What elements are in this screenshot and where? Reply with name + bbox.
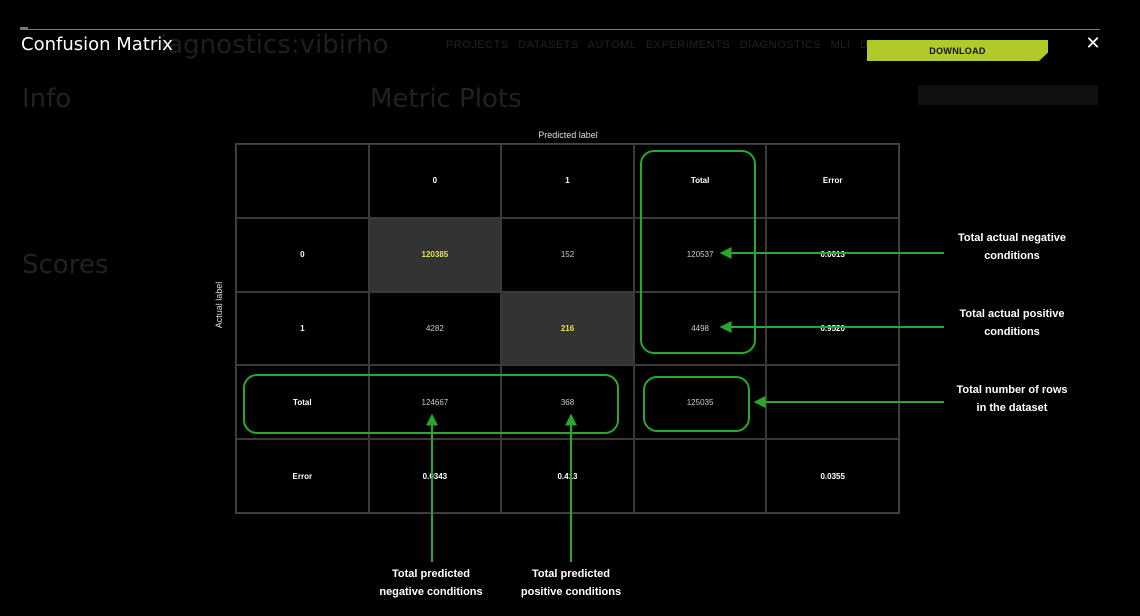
bg-nav-item: DATASETS bbox=[518, 39, 579, 51]
bg-nav-item: EXPERIMENTS bbox=[645, 39, 731, 51]
matrix-cell-empty bbox=[633, 439, 767, 513]
matrix-cell-error: 0.9520 bbox=[766, 291, 899, 366]
annotation-line: Total actual negative bbox=[958, 232, 1066, 244]
matrix-row-header: Error bbox=[236, 439, 369, 513]
annotation-line: conditions bbox=[984, 326, 1040, 338]
annotation-line: in the dataset bbox=[976, 402, 1048, 414]
top-divider bbox=[20, 29, 1100, 30]
bg-scores-heading: Scores bbox=[22, 250, 109, 280]
annotation-predicted-negative: Total predicted negative conditions bbox=[366, 565, 496, 601]
matrix-row-header: 0 bbox=[236, 217, 369, 292]
annotation-line: positive conditions bbox=[520, 586, 622, 598]
annotation-actual-positive: Total actual positive conditions bbox=[938, 305, 1086, 341]
modal-title: Confusion Matrix bbox=[21, 34, 173, 55]
annotation-total-rows: Total number of rows in the dataset bbox=[938, 381, 1086, 417]
matrix-cell-error: 0.0013 bbox=[766, 217, 899, 292]
bg-nav-item: AUTOML bbox=[587, 39, 637, 51]
highlight-grand-total bbox=[643, 376, 750, 432]
annotation-line: negative conditions bbox=[379, 586, 483, 598]
highlight-total-column bbox=[640, 150, 756, 354]
bg-nav-item: PROJECTS bbox=[446, 39, 509, 51]
bg-metric-heading: Metric Plots bbox=[370, 84, 522, 114]
confusion-matrix-grid: 0 1 Total Error 0 120385 152 120537 0.00… bbox=[235, 143, 900, 514]
matrix-col-header: Error bbox=[766, 144, 899, 218]
matrix-cell-true-negative: 120385 bbox=[368, 217, 502, 292]
actual-label-axis: Actual label bbox=[214, 281, 224, 329]
annotation-line: conditions bbox=[984, 250, 1040, 262]
annotation-line: Total number of rows bbox=[956, 384, 1068, 396]
bg-info-heading: Info bbox=[22, 84, 72, 114]
bg-nav-item: MLI bbox=[830, 39, 851, 51]
highlight-total-row bbox=[243, 374, 619, 434]
matrix-cell-empty bbox=[766, 365, 899, 440]
download-button[interactable]: DOWNLOAD bbox=[867, 40, 1048, 61]
predicted-label-axis: Predicted label bbox=[538, 130, 598, 140]
matrix-cell-true-positive: 216 bbox=[501, 291, 634, 366]
bg-app-title: iagnostics:vibirho bbox=[160, 30, 389, 60]
top-divider-tick bbox=[20, 27, 28, 30]
bg-nav: PROJECTS DATASETS AUTOML EXPERIMENTS DIA… bbox=[446, 39, 923, 51]
bg-nav-item: DIAGNOSTICS bbox=[739, 39, 822, 51]
bg-button bbox=[918, 85, 1098, 105]
annotation-line: Total actual positive bbox=[959, 308, 1065, 320]
annotation-actual-negative: Total actual negative conditions bbox=[938, 229, 1086, 265]
matrix-cell: 152 bbox=[501, 217, 634, 292]
annotation-line: Total predicted bbox=[391, 568, 471, 580]
annotation-predicted-positive: Total predicted positive conditions bbox=[506, 565, 636, 601]
matrix-col-header: 0 bbox=[368, 144, 502, 218]
matrix-cell: 4282 bbox=[368, 291, 502, 366]
matrix-cell-error-total: 0.0355 bbox=[766, 439, 899, 513]
matrix-corner-cell bbox=[236, 144, 369, 218]
annotation-line: Total predicted bbox=[531, 568, 611, 580]
matrix-cell-error: 0.0343 bbox=[368, 439, 502, 513]
close-icon[interactable]: ✕ bbox=[1084, 34, 1102, 52]
matrix-cell-error: 0.413 bbox=[501, 439, 634, 513]
matrix-row-header: 1 bbox=[236, 291, 369, 366]
matrix-col-header: 1 bbox=[501, 144, 634, 218]
